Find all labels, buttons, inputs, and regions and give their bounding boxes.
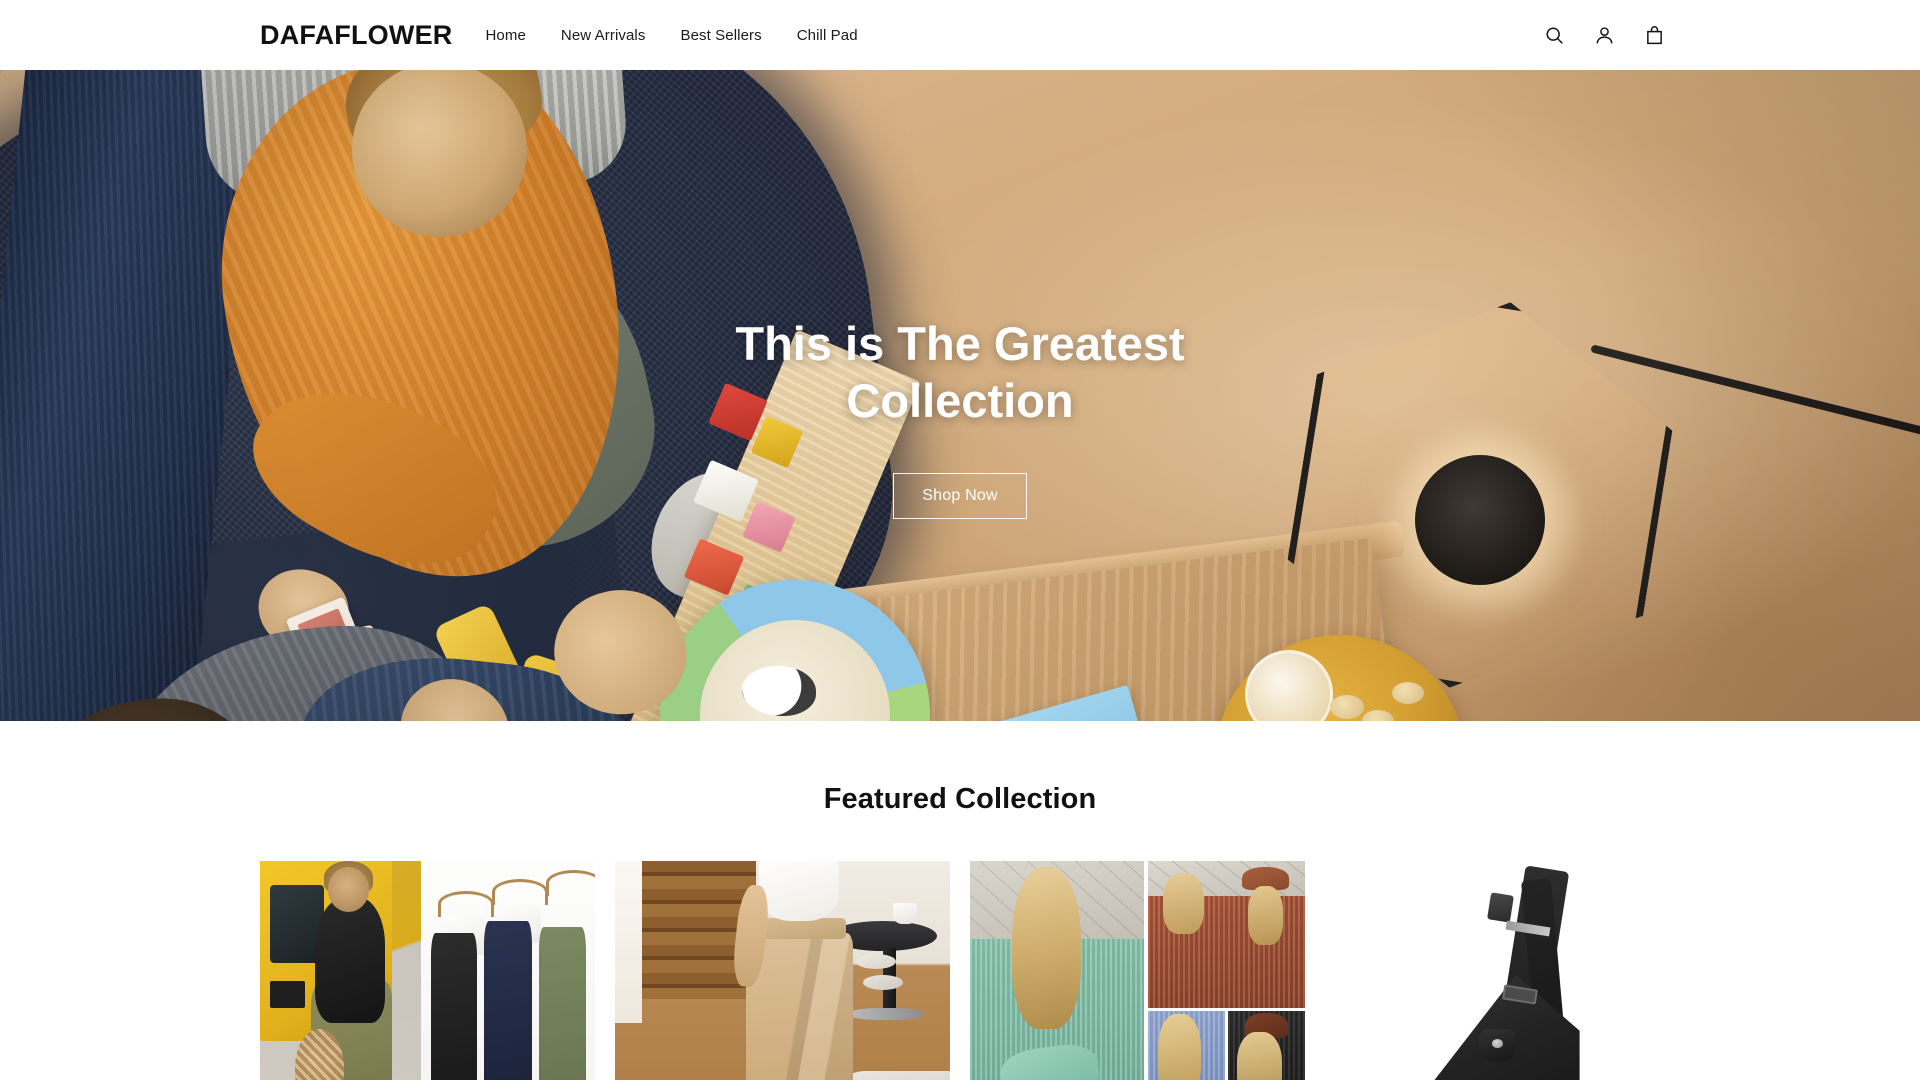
product1-hanger — [438, 891, 495, 917]
featured-collection-section: Featured Collection — [0, 721, 1920, 1080]
product1-model-head — [327, 867, 370, 912]
product-card[interactable] — [615, 861, 950, 1080]
product3-waist-tie — [998, 1040, 1103, 1080]
product-image-wide-leg-pants — [615, 861, 950, 1080]
product-grid — [260, 861, 1660, 1080]
product4-strap-tab — [1487, 892, 1515, 923]
product1-hanger — [492, 879, 549, 905]
product1-black-tee — [314, 897, 386, 1023]
user-account-icon[interactable] — [1593, 24, 1615, 46]
product1-overall-navy — [483, 921, 533, 1080]
shop-now-button[interactable]: Shop Now — [893, 472, 1027, 519]
product2-slipper — [862, 975, 904, 990]
product1-hanger-photo — [420, 861, 595, 1080]
product2-wall — [615, 861, 642, 1023]
product3-rust-dress-panel — [1147, 861, 1305, 1008]
featured-collection-title: Featured Collection — [823, 783, 1097, 815]
product1-overall-black — [431, 933, 477, 1080]
nav-item-best-sellers[interactable]: Best Sellers — [680, 27, 761, 44]
product3-model-hair — [1248, 885, 1283, 945]
search-icon[interactable] — [1543, 24, 1565, 46]
brand-logo[interactable]: DAFAFLOWER — [260, 20, 452, 51]
product-image-sling-bag — [1325, 861, 1660, 1080]
nav-item-chill-pad[interactable]: Chill Pad — [797, 27, 858, 44]
product1-overall-olive — [539, 927, 587, 1080]
product3-model-hair — [1163, 872, 1205, 935]
product3-model-hair — [1158, 1014, 1202, 1080]
hero-content: This is The Greatest Collection Shop Now — [0, 315, 1920, 519]
product2-sofa — [836, 1071, 950, 1080]
product3-model-hair — [1011, 867, 1082, 1029]
product1-taxi-decal — [269, 981, 306, 1008]
nav-item-new-arrivals[interactable]: New Arrivals — [561, 27, 646, 44]
product-card[interactable] — [1325, 861, 1660, 1080]
product-image-overall-dress — [260, 861, 595, 1080]
product-card[interactable] — [970, 861, 1305, 1080]
product3-model-hair — [1237, 1032, 1282, 1080]
product3-blue-dress-panel — [1147, 1011, 1225, 1080]
product4-snap-closure — [1479, 1029, 1516, 1062]
product3-black-dress-panel — [1227, 1011, 1305, 1080]
product1-street-photo — [260, 861, 421, 1080]
site-header: DAFAFLOWER Home New Arrivals Best Seller… — [0, 0, 1920, 70]
shopping-bag-icon[interactable] — [1643, 24, 1665, 46]
main-navigation: Home New Arrivals Best Sellers Chill Pad — [485, 27, 857, 44]
product-image-knit-tie-dress — [970, 861, 1305, 1080]
header-actions — [1543, 0, 1665, 70]
hero-headline: This is The Greatest Collection — [735, 317, 1185, 428]
product1-hanger — [546, 870, 595, 896]
product3-mint-dress-panel — [970, 861, 1145, 1080]
product-card[interactable] — [260, 861, 595, 1080]
product2-table-base — [849, 1008, 924, 1020]
product2-white-crop-top — [759, 861, 840, 921]
nav-item-home[interactable]: Home — [485, 27, 525, 44]
hero-banner: This is The Greatest Collection Shop Now — [0, 70, 1920, 721]
product2-cup — [893, 903, 917, 924]
